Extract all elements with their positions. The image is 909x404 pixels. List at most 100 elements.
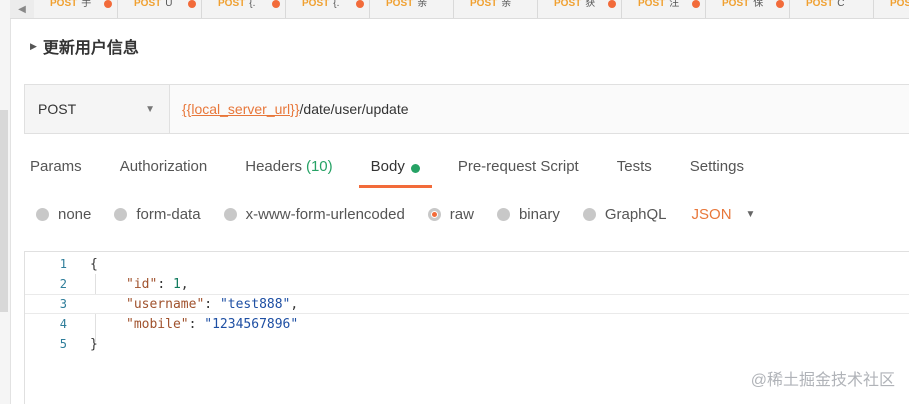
tab-method: POS <box>890 0 909 9</box>
unsaved-dot-icon <box>356 0 364 8</box>
scroll-left-arrow-icon[interactable]: ◀ <box>10 0 34 18</box>
radio-checked-icon[interactable] <box>427 207 441 221</box>
tab-name: {. <box>333 0 340 9</box>
tab-label: Authorization <box>119 158 208 175</box>
tab-name: 保 <box>753 0 764 9</box>
json-key: "username" <box>126 296 205 312</box>
tab-name: 手 <box>81 0 92 9</box>
close-brace: } <box>90 336 98 352</box>
sidebar-scroll-strip[interactable] <box>0 0 11 404</box>
url-bar: POST ▼ {{local_server_url}}/date/user/up… <box>24 84 909 134</box>
request-title: 更新用户信息 <box>42 40 139 57</box>
body-type-binary[interactable]: binary <box>496 206 560 223</box>
request-tab[interactable]: POST U <box>118 0 202 18</box>
method-select[interactable]: POST ▼ <box>25 85 170 133</box>
request-title-row[interactable]: ▶ 更新用户信息 <box>30 36 139 57</box>
code-line-highlighted: 3 "username": "test888", <box>25 294 909 314</box>
tab-label: Settings <box>689 158 744 175</box>
json-key: "id" <box>126 276 158 292</box>
option-label: x-www-form-urlencoded <box>245 205 405 223</box>
tab-name: U <box>165 0 173 9</box>
radio-icon[interactable] <box>114 207 128 221</box>
tab-name: 获 <box>585 0 596 9</box>
expand-caret-icon[interactable]: ▶ <box>30 41 37 52</box>
body-type-form-data[interactable]: form-data <box>114 205 201 223</box>
radio-icon[interactable] <box>223 207 237 221</box>
option-label: form-data <box>136 205 201 223</box>
scrollbar-thumb[interactable] <box>0 110 8 312</box>
watermark: @稀土掘金技术社区 <box>750 372 895 389</box>
line-number: 4 <box>59 317 67 331</box>
request-tab[interactable]: POS <box>874 0 909 18</box>
tab-method: POST <box>470 0 498 9</box>
tab-method: POST <box>722 0 750 9</box>
tab-pre-request-script[interactable]: Pre-request Script <box>458 156 579 186</box>
tab-headers[interactable]: Headers (10) <box>245 156 332 186</box>
body-type-raw[interactable]: raw <box>427 206 474 223</box>
request-tab[interactable]: POST {. <box>202 0 286 18</box>
request-tab[interactable]: POST 获 <box>538 0 622 18</box>
body-type-options: none form-data x-www-form-urlencoded raw… <box>36 204 755 224</box>
tab-label: Body <box>370 158 405 175</box>
body-type-graphql[interactable]: GraphQL <box>582 205 667 223</box>
method-value: POST <box>38 101 77 117</box>
json-field: "mobile": "1234567896" <box>126 316 299 332</box>
open-brace: { <box>90 256 98 272</box>
radio-icon[interactable] <box>582 207 596 221</box>
request-tab[interactable]: POST 保 <box>706 0 790 18</box>
request-tab[interactable]: POST 注 <box>622 0 706 18</box>
tab-method: POST <box>386 0 414 9</box>
radio-icon[interactable] <box>36 207 49 221</box>
body-format-value: JSON <box>691 205 732 223</box>
tab-method: POST <box>302 0 330 9</box>
line-number: 2 <box>59 277 67 291</box>
unsaved-dot-icon <box>272 0 280 8</box>
tab-method: POST <box>554 0 582 9</box>
tab-body[interactable]: Body <box>358 156 433 188</box>
tab-authorization[interactable]: Authorization <box>120 156 208 186</box>
json-key: "mobile" <box>126 316 189 332</box>
json-field: "username": "test888", <box>126 296 299 312</box>
request-section-tabs: Params Authorization Headers (10) Body P… <box>30 156 782 188</box>
tab-label: Pre-request Script <box>457 158 579 175</box>
tab-method: POST <box>806 0 834 9</box>
line-number: 3 <box>59 297 67 311</box>
unsaved-dot-icon <box>188 0 196 8</box>
json-suffix: , <box>290 296 299 312</box>
tab-method: POST <box>638 0 666 9</box>
request-tab[interactable]: POST C <box>790 0 874 18</box>
request-tab[interactable]: POST 亲 <box>370 0 454 18</box>
url-path: /date/user/update <box>299 101 409 117</box>
option-label: GraphQL <box>604 205 667 223</box>
unsaved-dot-icon <box>692 0 700 8</box>
unsaved-dot-icon <box>104 0 112 8</box>
tab-name: 亲 <box>501 0 512 9</box>
radio-icon[interactable] <box>496 207 510 221</box>
tab-name: C <box>837 0 845 9</box>
tab-label: Params <box>30 158 82 175</box>
unsaved-dot-icon <box>608 0 616 8</box>
code-line: 4 "mobile": "1234567896" <box>25 314 909 334</box>
tab-settings[interactable]: Settings <box>690 156 744 186</box>
body-type-urlencoded[interactable]: x-www-form-urlencoded <box>223 205 405 223</box>
option-label: none <box>58 205 92 223</box>
tab-tests[interactable]: Tests <box>617 156 652 186</box>
tab-name: 亲 <box>417 0 428 9</box>
code-line: 5 } <box>25 334 909 354</box>
chevron-down-icon: ▼ <box>145 103 155 115</box>
tab-params[interactable]: Params <box>30 156 82 186</box>
tab-name: 注 <box>669 0 680 9</box>
tab-label: Headers <box>245 158 302 175</box>
request-tab[interactable]: POST {. <box>286 0 370 18</box>
body-type-none[interactable]: none <box>36 206 91 223</box>
url-input[interactable]: {{local_server_url}}/date/user/update <box>170 85 909 133</box>
unsaved-dot-icon <box>776 0 784 8</box>
tab-label: Tests <box>616 158 652 175</box>
request-tab[interactable]: POST 亲 <box>454 0 538 18</box>
headers-count: (10) <box>305 158 333 175</box>
line-number: 1 <box>59 257 67 271</box>
code-line: 2 "id": 1, <box>25 274 909 294</box>
json-suffix: , <box>180 276 189 292</box>
request-tab[interactable]: POST 手 <box>34 0 118 18</box>
body-format-select[interactable]: JSON ▼ <box>692 206 756 223</box>
